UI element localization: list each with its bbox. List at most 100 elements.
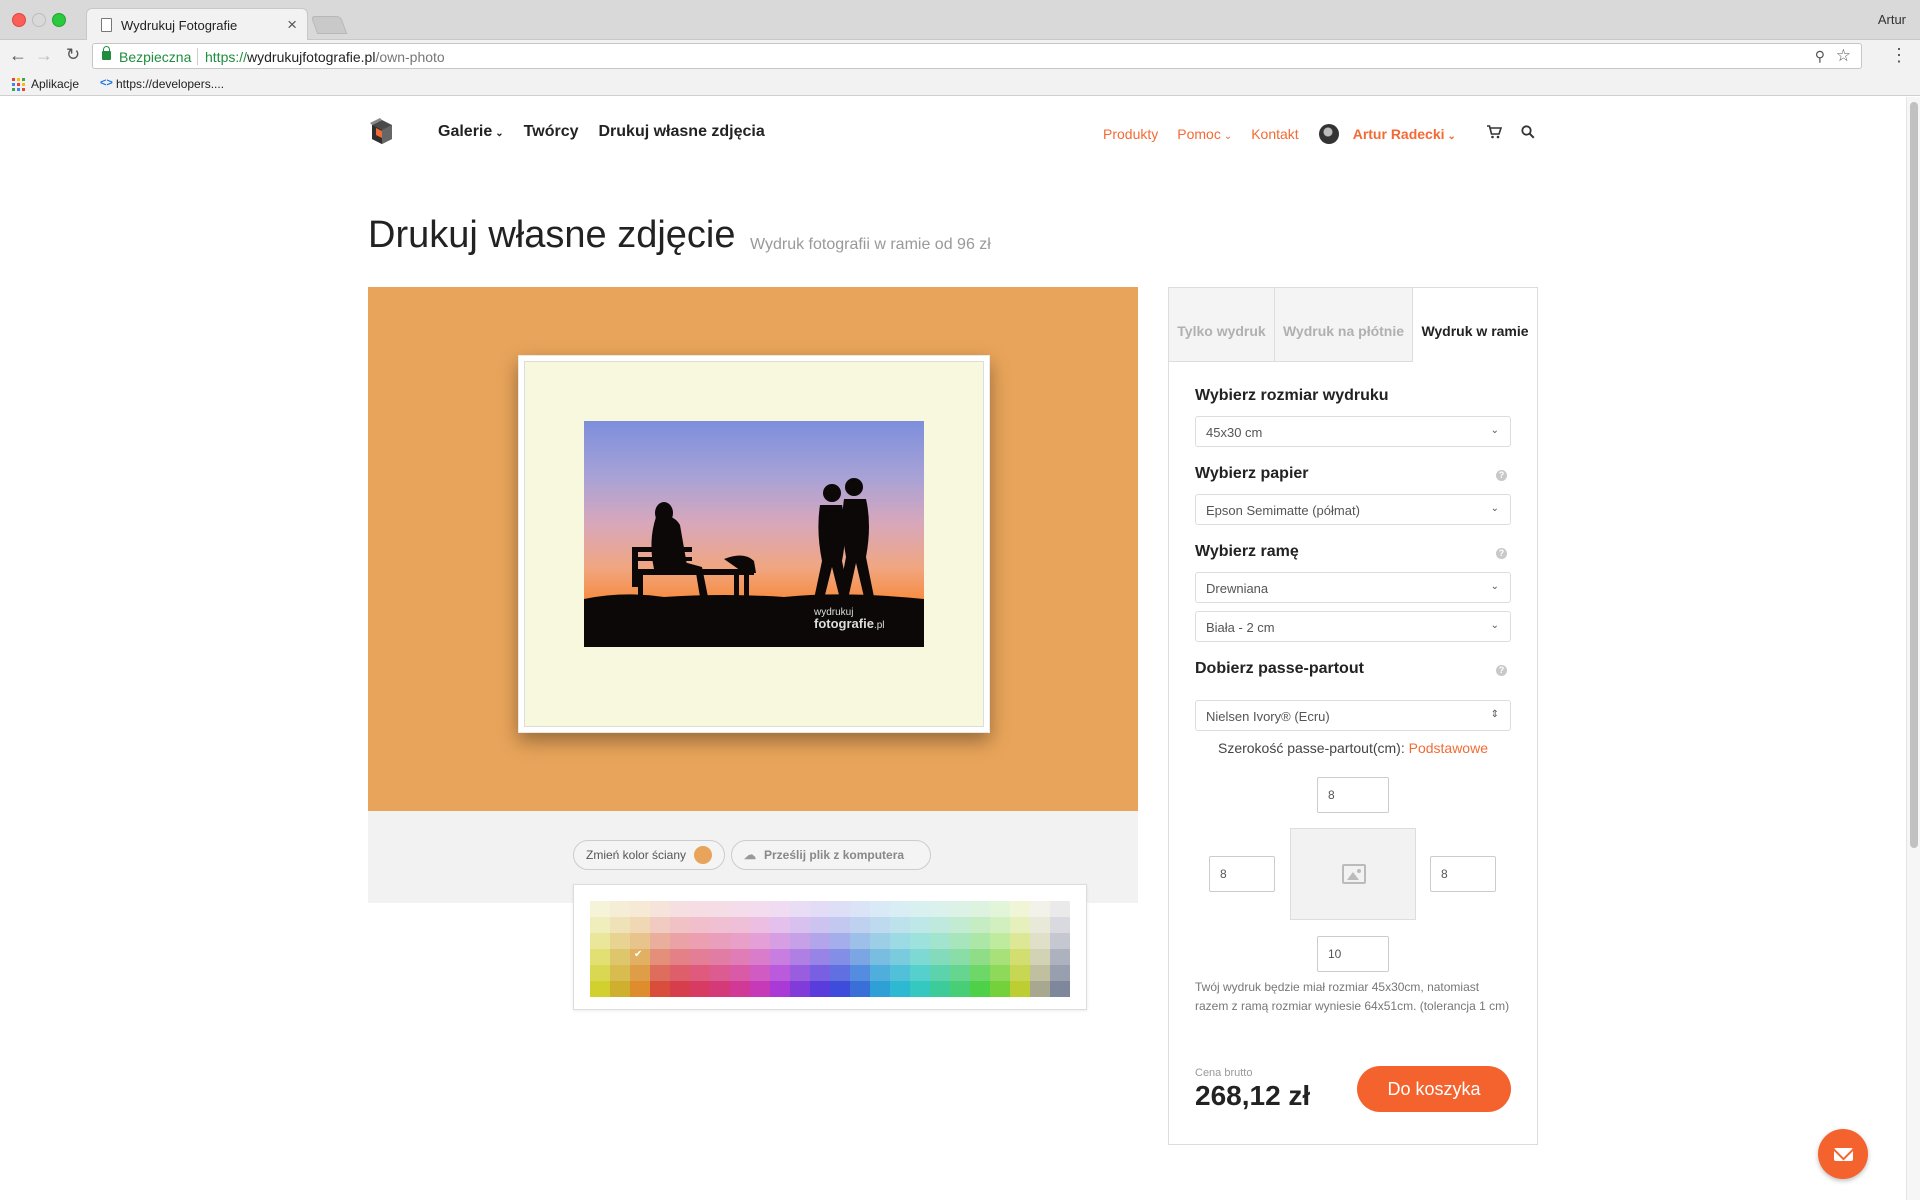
palette-swatch[interactable] xyxy=(710,933,730,949)
palette-swatch[interactable] xyxy=(750,933,770,949)
palette-swatch[interactable] xyxy=(990,949,1010,965)
palette-swatch[interactable] xyxy=(790,933,810,949)
palette-swatch[interactable] xyxy=(850,949,870,965)
browser-profile[interactable]: Artur xyxy=(1878,12,1906,27)
palette-swatch[interactable] xyxy=(1010,965,1030,981)
palette-swatch[interactable] xyxy=(770,981,790,997)
palette-swatch[interactable] xyxy=(770,965,790,981)
palette-swatch[interactable] xyxy=(630,933,650,949)
palette-swatch[interactable] xyxy=(810,917,830,933)
palette-swatch[interactable] xyxy=(1010,949,1030,965)
palette-swatch[interactable] xyxy=(850,981,870,997)
palette-swatch[interactable] xyxy=(810,933,830,949)
palette-swatch[interactable] xyxy=(910,981,930,997)
palette-swatch[interactable] xyxy=(850,933,870,949)
apps-grid-icon[interactable] xyxy=(12,78,25,91)
palette-swatch[interactable] xyxy=(770,949,790,965)
palette-swatch[interactable] xyxy=(790,901,810,917)
palette-swatch[interactable] xyxy=(1010,981,1030,997)
tab-print-only[interactable]: Tylko wydruk xyxy=(1169,288,1275,362)
palette-swatch[interactable] xyxy=(1010,901,1030,917)
palette-swatch[interactable] xyxy=(990,933,1010,949)
palette-swatch[interactable] xyxy=(1050,933,1070,949)
palette-swatch[interactable] xyxy=(870,917,890,933)
mat-left-input[interactable] xyxy=(1209,856,1275,892)
palette-swatch[interactable] xyxy=(870,981,890,997)
palette-swatch[interactable] xyxy=(1030,949,1050,965)
palette-swatch[interactable] xyxy=(750,917,770,933)
palette-swatch[interactable] xyxy=(950,981,970,997)
palette-swatch[interactable] xyxy=(710,949,730,965)
upload-file-button[interactable]: ☁ Prześlij plik z komputera xyxy=(731,840,931,870)
palette-swatch[interactable] xyxy=(750,965,770,981)
mat-select[interactable]: Nielsen Ivory® (Ecru) ⇕ xyxy=(1195,700,1511,731)
url-input[interactable]: Bezpieczna https://wydrukujfotografie.pl… xyxy=(92,43,1862,69)
palette-swatch[interactable] xyxy=(710,917,730,933)
palette-swatch[interactable] xyxy=(930,933,950,949)
palette-swatch[interactable] xyxy=(830,949,850,965)
scrollbar-thumb[interactable] xyxy=(1910,102,1918,848)
nav-item-drukuj[interactable]: Drukuj własne zdjęcia xyxy=(598,123,764,141)
palette-swatch[interactable] xyxy=(890,965,910,981)
palette-swatch[interactable] xyxy=(910,901,930,917)
palette-swatch[interactable] xyxy=(590,933,610,949)
palette-swatch[interactable] xyxy=(770,917,790,933)
tab-canvas-print[interactable]: Wydruk na płótnie xyxy=(1275,288,1413,362)
palette-swatch[interactable] xyxy=(670,901,690,917)
palette-swatch[interactable] xyxy=(730,901,750,917)
palette-swatch[interactable] xyxy=(1050,917,1070,933)
palette-swatch[interactable] xyxy=(670,933,690,949)
palette-swatch[interactable] xyxy=(890,933,910,949)
palette-swatch[interactable] xyxy=(890,981,910,997)
palette-swatch[interactable] xyxy=(630,965,650,981)
forward-icon[interactable]: → xyxy=(34,45,54,66)
close-window-button[interactable] xyxy=(12,13,26,27)
palette-swatch[interactable] xyxy=(870,965,890,981)
palette-swatch[interactable] xyxy=(810,949,830,965)
palette-swatch[interactable] xyxy=(990,901,1010,917)
palette-swatch[interactable] xyxy=(950,965,970,981)
palette-swatch[interactable] xyxy=(630,917,650,933)
palette-swatch[interactable] xyxy=(590,965,610,981)
search-icon[interactable] xyxy=(1521,125,1535,143)
palette-swatch[interactable] xyxy=(610,901,630,917)
palette-swatch[interactable] xyxy=(850,965,870,981)
palette-swatch[interactable] xyxy=(590,917,610,933)
palette-swatch[interactable] xyxy=(790,981,810,997)
frame-color-select[interactable]: Biała - 2 cm ⌄ xyxy=(1195,611,1511,642)
change-wall-color-button[interactable]: Zmień kolor ściany xyxy=(573,840,725,870)
palette-swatch[interactable] xyxy=(610,949,630,965)
palette-swatch[interactable] xyxy=(690,933,710,949)
paper-select[interactable]: Epson Semimatte (półmat) ⌄ xyxy=(1195,494,1511,525)
palette-swatch[interactable] xyxy=(1030,981,1050,997)
palette-swatch[interactable] xyxy=(910,965,930,981)
palette-swatch[interactable] xyxy=(970,949,990,965)
palette-swatch[interactable] xyxy=(650,933,670,949)
palette-swatch[interactable] xyxy=(1010,933,1030,949)
mat-width-preset-link[interactable]: Podstawowe xyxy=(1409,740,1488,756)
palette-swatch[interactable] xyxy=(670,949,690,965)
palette-swatch[interactable] xyxy=(670,917,690,933)
palette-swatch[interactable] xyxy=(650,965,670,981)
palette-swatch[interactable] xyxy=(810,981,830,997)
palette-swatch[interactable] xyxy=(610,965,630,981)
palette-swatch[interactable] xyxy=(890,949,910,965)
mat-right-input[interactable] xyxy=(1430,856,1496,892)
site-logo[interactable] xyxy=(368,116,396,146)
palette-swatch[interactable] xyxy=(670,965,690,981)
palette-swatch[interactable] xyxy=(790,917,810,933)
pin-icon[interactable]: ⚲ xyxy=(1815,48,1825,65)
palette-swatch[interactable] xyxy=(830,917,850,933)
palette-swatch[interactable] xyxy=(750,949,770,965)
palette-swatch[interactable] xyxy=(810,901,830,917)
palette-swatch[interactable] xyxy=(630,981,650,997)
palette-swatch[interactable] xyxy=(590,901,610,917)
palette-swatch[interactable] xyxy=(970,981,990,997)
browser-menu-icon[interactable]: ⋮ xyxy=(1890,45,1908,66)
palette-swatch[interactable] xyxy=(850,917,870,933)
mat-top-input[interactable] xyxy=(1317,777,1389,813)
frame-help-icon[interactable]: ? xyxy=(1496,548,1507,559)
palette-swatch[interactable] xyxy=(730,981,750,997)
palette-swatch[interactable] xyxy=(690,981,710,997)
palette-swatch[interactable] xyxy=(610,933,630,949)
